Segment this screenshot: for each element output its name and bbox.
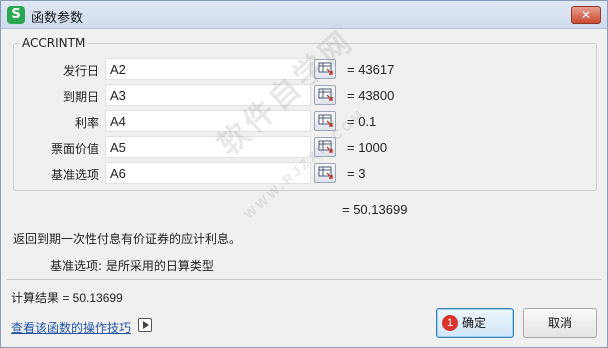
function-description: 返回到期一次性付息有价证券的应计利息。: [13, 232, 242, 246]
argument-value-preview: = 43800: [347, 88, 395, 103]
argument-value-preview: = 3: [347, 166, 366, 181]
argument-description: 基准选项: 是所采用的日算类型: [50, 259, 214, 273]
function-arguments-dialog: S 函数参数 ✕ ACCRINTM 发行日 A2 = 43617 到期日 A3 …: [0, 0, 608, 348]
range-picker-icon: [318, 166, 333, 179]
close-icon: ✕: [580, 8, 592, 22]
argument-label: 发行日: [62, 64, 99, 78]
title-bar[interactable]: S 函数参数 ✕: [1, 1, 607, 29]
argument-value-preview: = 43617: [347, 62, 395, 77]
formula-result: = 50.13699: [342, 202, 408, 217]
function-name: ACCRINTM: [19, 36, 89, 50]
close-button[interactable]: ✕: [571, 6, 601, 24]
video-play-icon[interactable]: [138, 318, 152, 332]
ok-button-label: 确定: [462, 316, 487, 330]
argument-label: 到期日: [62, 90, 99, 104]
argument-label: 利率: [74, 116, 99, 130]
dialog-title: 函数参数: [31, 11, 84, 26]
step-badge: 1: [442, 315, 458, 331]
argument-label: 基准选项: [50, 168, 99, 182]
range-picker-button[interactable]: [314, 163, 336, 183]
range-picker-icon: [318, 88, 333, 101]
calculation-result: 计算结果 = 50.13699: [11, 291, 123, 305]
par-value-input[interactable]: A5: [105, 136, 311, 158]
divider: [7, 279, 601, 280]
help-tips-link[interactable]: 查看该函数的操作技巧: [11, 319, 131, 336]
ok-button[interactable]: 1 确定: [436, 308, 514, 338]
argument-label: 票面价值: [50, 142, 99, 156]
argument-value-preview: = 1000: [347, 140, 388, 155]
range-picker-icon: [318, 114, 333, 127]
wps-spreadsheet-icon: S: [7, 6, 25, 24]
argument-row-rate: 利率 A4 = 0.1: [1, 110, 608, 132]
cancel-button[interactable]: 取消: [523, 308, 597, 338]
